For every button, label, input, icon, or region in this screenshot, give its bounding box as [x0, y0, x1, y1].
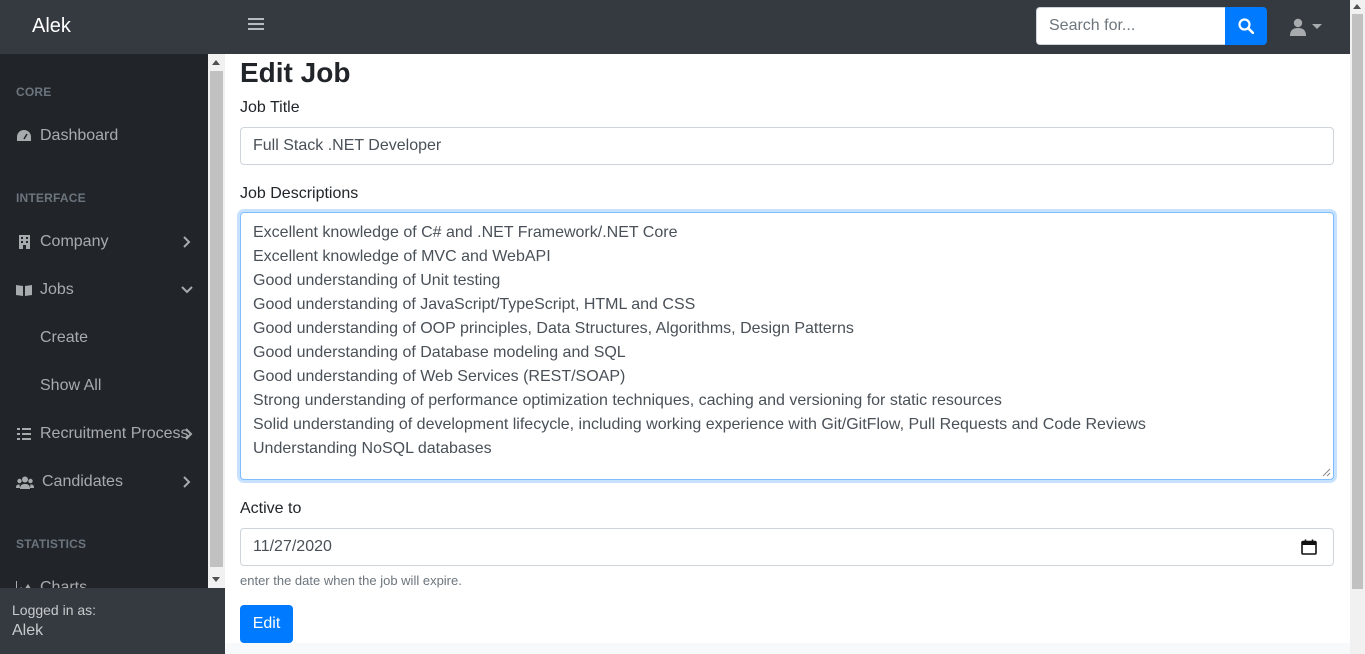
top-navbar: Alek — [0, 0, 1350, 54]
sidebar-item-label: Jobs — [40, 281, 74, 298]
chevron-down-icon — [181, 286, 193, 294]
page-scrollbar[interactable] — [1350, 0, 1365, 654]
caret-down-icon — [1312, 24, 1322, 29]
sidebar-heading-interface: INTERFACE — [16, 191, 86, 205]
tachometer-icon — [16, 128, 32, 144]
main-content: Edit Job Job Title Full Stack .NET Devel… — [225, 54, 1350, 654]
users-icon — [16, 474, 34, 490]
sidebar-item-candidates[interactable]: Candidates — [0, 462, 208, 502]
search-group — [1036, 7, 1267, 45]
scrollbar-thumb[interactable] — [1352, 14, 1363, 589]
sidebar-scrollbar[interactable] — [208, 54, 225, 588]
sidebar-item-jobs[interactable]: Jobs — [0, 270, 208, 310]
description-line: Good understanding of Unit testing — [253, 272, 501, 289]
description-line: Strong understanding of performance opti… — [253, 392, 1002, 409]
description-line: Excellent knowledge of MVC and WebAPI — [253, 248, 551, 265]
search-input[interactable] — [1036, 7, 1225, 45]
sidebar-item-recruitment-process[interactable]: Recruitment Process — [0, 414, 208, 454]
sidebar-item-label: Company — [40, 233, 109, 250]
job-descriptions-textarea[interactable]: Excellent knowledge of C# and .NET Frame… — [240, 212, 1334, 480]
brand-link[interactable]: Alek — [32, 15, 71, 38]
search-icon — [1238, 18, 1254, 34]
building-icon — [16, 234, 32, 250]
sidebar-item-label: Charts — [40, 579, 88, 588]
date-help-text: enter the date when the job will expire. — [240, 573, 462, 588]
sidebar-footer: Logged in as: Alek — [0, 588, 225, 654]
job-title-label: Job Title — [240, 99, 300, 116]
description-line: Good understanding of OOP principles, Da… — [253, 320, 854, 337]
scroll-up-arrow-icon[interactable] — [1353, 4, 1361, 9]
chevron-right-icon — [183, 476, 191, 488]
edit-submit-button[interactable]: Edit — [240, 605, 293, 643]
logged-in-user: Alek — [12, 622, 44, 639]
job-title-input[interactable]: Full Stack .NET Developer — [240, 127, 1334, 165]
resize-grip-icon[interactable] — [1322, 468, 1331, 477]
user-icon — [1290, 18, 1306, 36]
description-line: Good understanding of JavaScript/TypeScr… — [253, 296, 696, 313]
description-line: Understanding NoSQL databases — [253, 440, 492, 457]
footer-strip — [225, 643, 1350, 654]
sidebar-subitem-show-all[interactable]: Show All — [40, 377, 101, 395]
sidebar-item-company[interactable]: Company — [0, 222, 208, 262]
sidebar-heading-statistics: STATISTICS — [16, 537, 87, 551]
scrollbar-thumb[interactable] — [210, 71, 223, 567]
sidebar-item-dashboard[interactable]: Dashboard — [0, 116, 208, 156]
sidebar: CORE Dashboard INTERFACE Company Jobs Cr… — [0, 54, 208, 588]
sidebar-item-charts[interactable]: Charts — [0, 568, 208, 588]
description-line: Excellent knowledge of C# and .NET Frame… — [253, 224, 678, 241]
sidebar-item-label: Dashboard — [40, 127, 119, 144]
sidebar-toggle-button[interactable] — [248, 15, 264, 35]
job-descriptions-label: Job Descriptions — [240, 185, 359, 202]
date-value: 11/27/2020 — [253, 538, 332, 555]
description-line: Good understanding of Database modeling … — [253, 344, 626, 361]
active-to-label: Active to — [240, 500, 302, 517]
description-line: Solid understanding of development lifec… — [253, 416, 1146, 433]
active-to-date-input[interactable]: 11/27/2020 — [240, 528, 1334, 566]
page-title: Edit Job — [240, 57, 351, 88]
user-dropdown[interactable] — [1290, 16, 1328, 38]
description-line: Good understanding of Web Services (REST… — [253, 368, 626, 385]
scroll-up-arrow-icon[interactable] — [212, 60, 220, 65]
sidebar-heading-core: CORE — [16, 85, 52, 99]
scroll-down-arrow-icon[interactable] — [212, 577, 220, 582]
chevron-right-icon — [185, 428, 193, 440]
chart-area-icon — [16, 580, 32, 588]
search-button[interactable] — [1225, 7, 1267, 45]
book-open-icon — [16, 282, 32, 298]
calendar-icon[interactable] — [1301, 539, 1317, 555]
sidebar-subitem-create[interactable]: Create — [40, 329, 88, 347]
tasks-icon — [16, 426, 32, 442]
hamburger-icon — [248, 18, 264, 20]
sidebar-item-label: Recruitment Process — [40, 425, 189, 442]
sidebar-item-label: Candidates — [42, 473, 123, 490]
logged-in-label: Logged in as: — [12, 602, 97, 618]
chevron-right-icon — [183, 236, 191, 248]
